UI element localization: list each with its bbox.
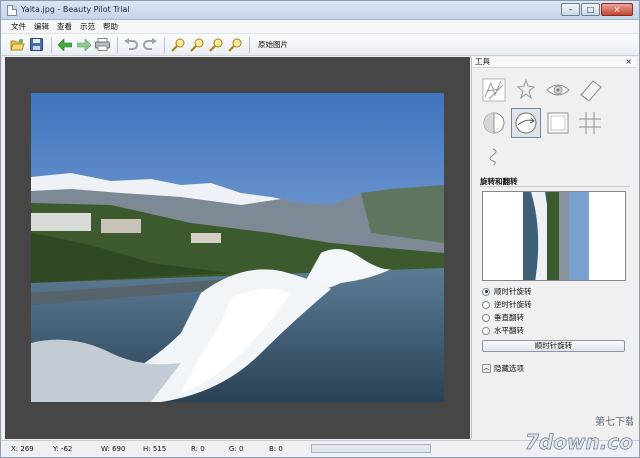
rotate-apply-button[interactable]: 顺时针旋转 xyxy=(482,340,625,352)
forward-button[interactable] xyxy=(75,36,92,53)
original-image-button[interactable]: 原始图片 xyxy=(254,39,292,50)
close-button[interactable]: × xyxy=(601,3,633,16)
open-icon xyxy=(10,39,25,51)
hide-options-label: 隐藏选项 xyxy=(494,364,524,373)
window-title: Yalta.jpg - Beauty Pilot Trial xyxy=(21,5,130,14)
eye-tool[interactable] xyxy=(543,75,573,105)
maximize-button[interactable]: □ xyxy=(581,3,600,16)
redo-icon xyxy=(142,38,157,50)
option-label: 逆时针旋转 xyxy=(494,300,532,309)
menu-view[interactable]: 查看 xyxy=(53,21,76,32)
grid-icon xyxy=(579,112,601,134)
app-window: Yalta.jpg - Beauty Pilot Trial – □ × 文件 … xyxy=(0,0,640,458)
menu-demo[interactable]: 示范 xyxy=(76,21,99,32)
zoom-in-button[interactable] xyxy=(169,36,186,53)
zoom-actual-button[interactable] xyxy=(226,36,243,53)
status-red: R: 0 xyxy=(191,445,205,453)
svg-text:7down.com: 7down.com xyxy=(525,430,633,454)
panel-close-button[interactable]: × xyxy=(625,57,632,67)
radio-rotate-cw[interactable] xyxy=(482,287,490,296)
glamour-icon xyxy=(516,78,536,100)
radio-flip-vertical[interactable] xyxy=(482,313,490,322)
redo-button[interactable] xyxy=(141,36,158,53)
tool-grid xyxy=(479,75,607,171)
undo-button[interactable] xyxy=(122,36,139,53)
option-rotate-cw[interactable]: 顺时针旋转 xyxy=(482,285,532,298)
toolbar-separator xyxy=(249,36,250,53)
seaside-photo xyxy=(31,93,444,402)
save-icon xyxy=(30,38,43,51)
menu-edit[interactable]: 编辑 xyxy=(30,21,53,32)
forward-arrow-icon xyxy=(76,38,91,51)
panel-header: 工具 × xyxy=(472,57,636,68)
open-button[interactable] xyxy=(9,36,26,53)
rotation-preview xyxy=(482,191,626,281)
chevron-up-icon: ︿ xyxy=(482,364,491,373)
radio-rotate-ccw[interactable] xyxy=(482,300,490,309)
grid-tool[interactable] xyxy=(575,108,605,138)
status-width: W: 690 xyxy=(101,445,126,453)
toolbar-separator xyxy=(164,36,165,53)
zoom-fit-button[interactable] xyxy=(207,36,224,53)
glamour-tool[interactable] xyxy=(511,75,541,105)
rotate-options: 顺时针旋转 逆时针旋转 垂直翻转 水平翻转 xyxy=(482,285,532,337)
panel-title: 工具 xyxy=(475,57,490,66)
eraser-icon xyxy=(580,80,602,102)
status-height: H: 515 xyxy=(143,445,167,453)
eye-icon xyxy=(546,84,570,96)
halftone-icon xyxy=(483,112,505,134)
frame-icon xyxy=(547,112,569,134)
status-y: Y: -62 xyxy=(53,445,73,453)
option-flip-horizontal[interactable]: 水平翻转 xyxy=(482,324,532,337)
toolbar-separator xyxy=(51,36,52,53)
sketch-icon xyxy=(482,78,506,102)
status-progress-bar xyxy=(311,444,431,453)
sketch-tool[interactable] xyxy=(479,75,509,105)
halftone-tool[interactable] xyxy=(479,108,509,138)
menu-help[interactable]: 帮助 xyxy=(99,21,122,32)
option-flip-vertical[interactable]: 垂直翻转 xyxy=(482,311,532,324)
option-label: 顺时针旋转 xyxy=(494,287,532,296)
rotate-icon xyxy=(515,112,537,134)
title-bar: Yalta.jpg - Beauty Pilot Trial – □ × xyxy=(1,1,639,20)
undo-icon xyxy=(123,38,138,50)
zoom-in-icon xyxy=(170,38,184,52)
hide-options-toggle[interactable]: ︿ 隐藏选项 xyxy=(482,363,524,374)
print-button[interactable] xyxy=(94,36,111,53)
eraser-tool[interactable] xyxy=(575,75,605,105)
site-watermark-logo: 第七下载 7down.com xyxy=(523,413,640,455)
back-arrow-icon xyxy=(57,38,72,51)
svg-text:第七下载: 第七下载 xyxy=(595,415,633,428)
curl-icon xyxy=(489,148,497,166)
menu-bar: 文件 编辑 查看 示范 帮助 xyxy=(1,20,639,34)
status-green: G: 0 xyxy=(229,445,244,453)
option-rotate-ccw[interactable]: 逆时针旋转 xyxy=(482,298,532,311)
zoom-out-icon xyxy=(189,38,203,52)
status-blue: B: 0 xyxy=(269,445,283,453)
rotated-thumbnail xyxy=(523,192,589,280)
curl-tool[interactable] xyxy=(479,141,509,171)
toolbar-separator xyxy=(117,36,118,53)
image-canvas[interactable] xyxy=(5,57,470,439)
zoom-actual-icon xyxy=(227,38,241,52)
minimize-button[interactable]: – xyxy=(561,3,580,16)
toolbar: 原始图片 xyxy=(1,34,639,56)
save-button[interactable] xyxy=(28,36,45,53)
window-controls: – □ × xyxy=(560,3,633,16)
tools-panel: 工具 × 旋转和翻转 顺时针旋转 逆时针旋转 垂直翻转 水平翻转 顺时针旋转 ︿… xyxy=(471,57,636,439)
frame-tool[interactable] xyxy=(543,108,573,138)
document-icon xyxy=(7,5,17,16)
photo-yalta xyxy=(31,93,444,402)
section-divider xyxy=(480,186,630,187)
zoom-fit-icon xyxy=(208,38,222,52)
radio-flip-horizontal[interactable] xyxy=(482,326,490,335)
back-button[interactable] xyxy=(56,36,73,53)
option-label: 水平翻转 xyxy=(494,326,524,335)
rotate-tool[interactable] xyxy=(511,108,541,138)
menu-file[interactable]: 文件 xyxy=(7,21,30,32)
option-label: 垂直翻转 xyxy=(494,313,524,322)
zoom-out-button[interactable] xyxy=(188,36,205,53)
status-x: X: 269 xyxy=(11,445,34,453)
print-icon xyxy=(95,38,110,51)
